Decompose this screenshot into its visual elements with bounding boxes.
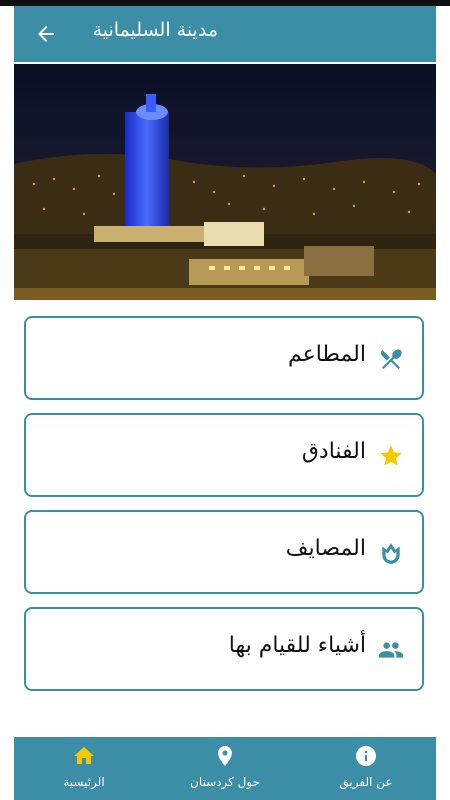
people-icon bbox=[379, 642, 403, 658]
category-resorts[interactable]: المصايف bbox=[24, 510, 424, 594]
nav-home[interactable]: الرئيسية bbox=[14, 737, 154, 800]
bottom-nav: الرئيسية حول كردستان عن الفريق bbox=[14, 737, 436, 800]
app-bar: مدينة السليمانية bbox=[14, 6, 436, 62]
nav-label: الرئيسية bbox=[63, 775, 105, 789]
category-label: أشياء للقيام بها bbox=[228, 633, 366, 658]
nav-about-team[interactable]: عن الفريق bbox=[296, 737, 436, 800]
restaurant-icon bbox=[380, 349, 402, 370]
nav-label: حول كردستان bbox=[190, 775, 260, 789]
category-things-to-do[interactable]: أشياء للقيام بها bbox=[24, 607, 424, 691]
info-icon bbox=[356, 746, 376, 766]
hero-image bbox=[14, 64, 436, 300]
category-label: المطاعم bbox=[287, 342, 366, 367]
star-icon bbox=[380, 445, 402, 466]
category-label: الفنادق bbox=[301, 439, 366, 464]
category-label: المصايف bbox=[285, 536, 366, 561]
category-restaurants[interactable]: المطاعم bbox=[24, 316, 424, 400]
category-hotels[interactable]: الفنادق bbox=[24, 413, 424, 497]
location-pin-icon bbox=[218, 746, 232, 766]
page-title: مدينة السليمانية bbox=[92, 19, 218, 41]
tulip-icon bbox=[382, 543, 400, 564]
nav-about-kurdistan[interactable]: حول كردستان bbox=[155, 737, 295, 800]
nav-label: عن الفريق bbox=[339, 775, 393, 789]
arrow-back-icon[interactable] bbox=[34, 22, 58, 46]
home-icon bbox=[74, 747, 94, 764]
